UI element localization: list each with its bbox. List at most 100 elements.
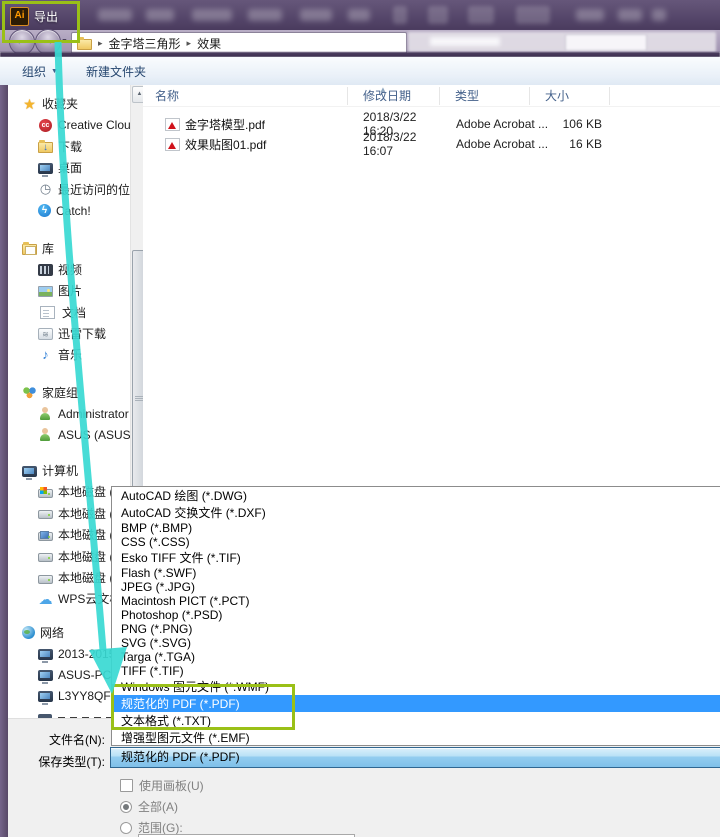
file-size: 16 KB [530,137,610,151]
file-type: Adobe Acrobat ... [440,117,530,131]
all-label: 全部(A) [138,798,178,815]
format-option-psd[interactable]: Photoshop (*.PSD) [112,608,720,622]
blurred-toolbar-button [393,6,407,24]
use-artboard-label: 使用画板(U) [139,777,204,794]
disk-icon [38,489,53,498]
file-row[interactable]: 效果贴图01.pdf 2018/3/22 16:07 Adobe Acrobat… [143,134,720,154]
sidebar-item-creative-cloud[interactable]: Creative Cloud [8,114,130,135]
format-option-bmp[interactable]: BMP (*.BMP) [112,521,720,535]
disk-icon [38,553,53,562]
download-folder-icon [38,142,53,153]
sidebar-group-label: 收藏夹 [42,95,78,112]
new-folder-button[interactable]: 新建文件夹 [86,63,146,80]
blurred-menu-item [98,9,132,21]
breadcrumb-item-subfolder[interactable]: 效果 [197,35,221,52]
network-pc-icon [38,649,53,660]
homegroup-icon [22,386,37,399]
recent-places-icon [38,182,53,196]
column-header-type[interactable]: 类型 [440,87,530,105]
sidebar-item-label: 图片 [58,282,82,299]
breadcrumb[interactable]: ▸ 金字塔三角形 ▸ 效果 [71,32,407,54]
save-type-combobox[interactable]: 规范化的 PDF (*.PDF) [110,747,720,768]
pictures-icon [38,286,53,297]
sidebar-item-label: 桌面 [58,159,82,176]
sidebar-item-music[interactable]: 音乐 [8,344,130,365]
star-icon [22,97,37,111]
sidebar-group-homegroup[interactable]: 家庭组 [8,382,130,403]
format-option-svg[interactable]: SVG (*.SVG) [112,636,720,650]
sidebar-group-computer[interactable]: 计算机 [8,460,130,481]
format-option-png[interactable]: PNG (*.PNG) [112,622,720,636]
sidebar-group-favorites[interactable]: 收藏夹 [8,93,130,114]
sidebar-item-label: 音乐 [58,346,82,363]
sidebar-item-asus[interactable]: ASUS (ASUS-PC [8,424,130,445]
format-option-tga[interactable]: Targa (*.TGA) [112,650,720,664]
blurred-menu-item [652,9,666,21]
sidebar-group-label: 计算机 [42,462,78,479]
blurred-toolbar-button [516,6,550,24]
format-option-pct[interactable]: Macintosh PICT (*.PCT) [112,594,720,608]
column-header-date[interactable]: 修改日期 [348,87,440,105]
sidebar-group-libraries[interactable]: 库 [8,237,130,258]
file-type: Adobe Acrobat ... [440,137,530,151]
user-icon [38,407,53,421]
sidebar-item-desktop[interactable]: 桌面 [8,157,130,178]
creative-cloud-icon [39,119,52,132]
format-option-esko-tif[interactable]: Esko TIFF 文件 (*.TIF) [112,549,720,566]
all-radio[interactable] [120,801,132,813]
disk-icon [38,575,53,584]
disk-icon [38,532,53,541]
sidebar-item-downloads[interactable]: 下载 [8,136,130,157]
column-header-name[interactable]: 名称 [143,87,348,105]
organize-button[interactable]: 组织 ▼ [22,63,58,80]
format-option-dwg[interactable]: AutoCAD 绘图 (*.DWG) [112,487,720,504]
annotation-highlight-title [2,1,80,43]
blurred-toolbar-button [428,6,448,24]
thunder-download-icon [38,328,53,340]
sidebar-item-label: ASUS-PC [58,668,111,682]
sidebar-item-label: Catch! [56,204,91,218]
export-dialog: Ai 导出 ← → ▼ ▸ 金字塔三角形 ▸ 效果 组织 [0,0,720,837]
sidebar-item-label: 下载 [58,138,82,155]
pdf-file-icon [165,118,180,131]
format-option-dxf[interactable]: AutoCAD 交换文件 (*.DXF) [112,504,720,521]
use-artboard-checkbox[interactable] [120,779,133,792]
sidebar-item-documents[interactable]: 文档 [8,302,130,323]
sidebar-item-administrator[interactable]: Administrator (l [8,403,130,424]
sidebar-item-label: 迅雷下载 [58,325,106,342]
blurred-menu-item [248,9,282,21]
file-name-label: 文件名(N): [15,731,105,748]
window-left-border [0,85,8,837]
network-pc-icon [38,670,53,681]
catch-icon [38,204,51,217]
range-radio[interactable] [120,822,132,834]
all-option[interactable]: 全部(A) [120,798,178,815]
format-option-swf[interactable]: Flash (*.SWF) [112,566,720,580]
blurred-menu-item [300,9,332,21]
sidebar-item-label: 文档 [62,304,86,321]
format-option-jpg[interactable]: JPEG (*.JPG) [112,580,720,594]
videos-icon [38,264,53,276]
breadcrumb-item-folder[interactable]: 金字塔三角形 [109,35,181,52]
sidebar-item-catch[interactable]: Catch! [8,200,130,221]
computer-icon [22,466,37,477]
file-name: 效果贴图01.pdf [185,136,266,153]
sidebar-item-pictures[interactable]: 图片 [8,280,130,301]
format-option-emf[interactable]: 增强型图元文件 (*.EMF) [112,729,720,746]
network-icon [22,626,35,639]
blurred-menu-item [618,9,642,21]
sidebar-item-videos[interactable]: 视频 [8,259,130,280]
wps-cloud-icon [38,592,53,606]
pdf-file-icon [165,138,180,151]
format-option-css[interactable]: CSS (*.CSS) [112,535,720,549]
sidebar-item-label: Administrator (l [58,407,130,421]
format-option-tif[interactable]: TIFF (*.TIF) [112,664,720,678]
use-artboard-option[interactable]: 使用画板(U) [120,777,204,794]
sidebar-group-label: 网络 [40,624,64,641]
sidebar-item-thunder-download[interactable]: 迅雷下载 [8,323,130,344]
sidebar-item-recent-places[interactable]: 最近访问的位置 [8,179,130,200]
chevron-down-icon: ▼ [51,68,58,75]
column-header-size[interactable]: 大小 [530,87,610,105]
save-type-label: 保存类型(T): [10,753,105,770]
file-name-cell: 效果贴图01.pdf [143,136,348,153]
